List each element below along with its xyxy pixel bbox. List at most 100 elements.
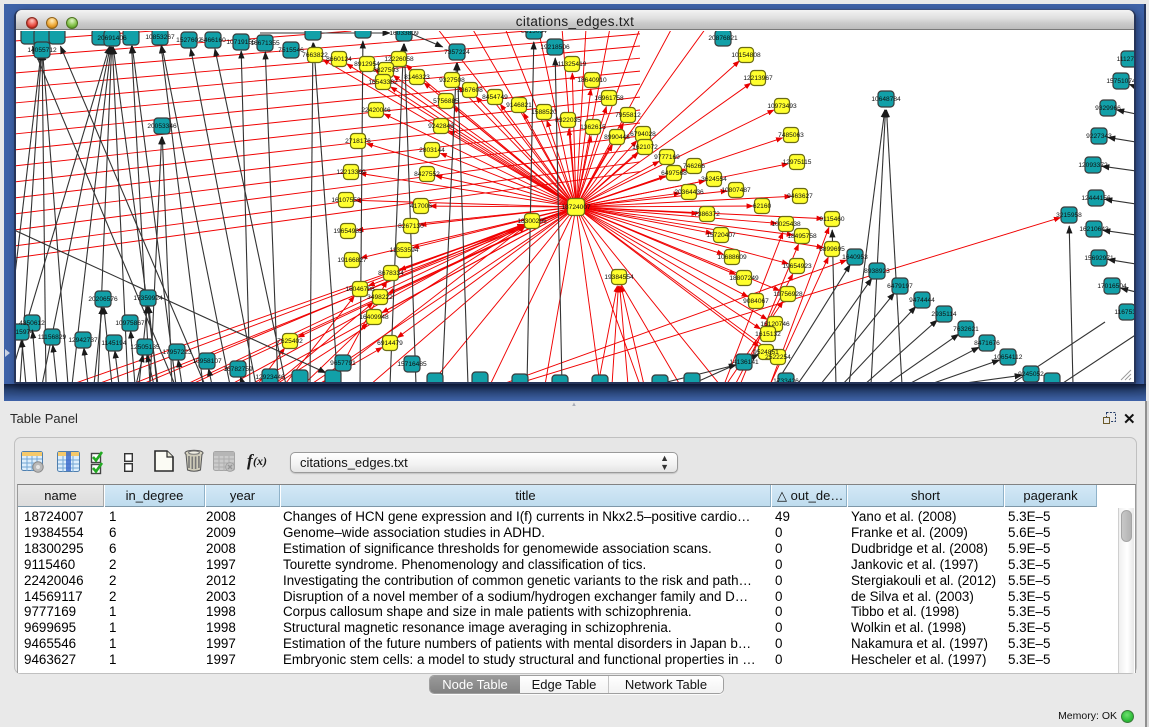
svg-text:15751074: 15751074: [1106, 78, 1134, 85]
svg-text:8454749: 8454749: [482, 94, 508, 101]
svg-text:6497568: 6497568: [661, 170, 687, 177]
svg-text:15720407: 15720407: [706, 232, 736, 239]
svg-text:7625402: 7625402: [277, 338, 303, 345]
svg-text:8938923: 8938923: [864, 268, 890, 275]
svg-text:8427552: 8427552: [414, 171, 440, 178]
svg-text:18640910: 18640910: [577, 77, 607, 84]
svg-text:16210643: 16210643: [1079, 226, 1109, 233]
svg-text:8471676: 8471676: [974, 340, 1000, 347]
svg-text:15716485: 15716485: [397, 361, 427, 368]
svg-text:1145194: 1145194: [101, 340, 127, 347]
svg-text:3215958: 3215958: [1056, 212, 1082, 219]
svg-text:6914479: 6914479: [377, 340, 403, 347]
svg-text:20876821: 20876821: [708, 35, 738, 42]
svg-text:10973493: 10973493: [767, 103, 797, 110]
svg-text:8678334: 8678334: [378, 270, 404, 277]
svg-text:7357224: 7357224: [444, 49, 470, 56]
svg-text:18807249: 18807249: [729, 275, 759, 282]
svg-text:1615132: 1615132: [755, 331, 781, 338]
svg-text:3915974: 3915974: [16, 329, 34, 336]
svg-text:15692971: 15692971: [1084, 255, 1114, 262]
svg-text:16782759: 16782759: [223, 366, 253, 373]
svg-text:8660124: 8660124: [326, 56, 352, 63]
svg-text:1640953: 1640953: [842, 254, 868, 261]
svg-text:20053346: 20053346: [147, 123, 177, 130]
svg-text:3624554: 3624554: [701, 176, 727, 183]
svg-text:2803144: 2803144: [419, 147, 445, 154]
svg-text:10648784: 10648784: [871, 96, 901, 103]
svg-text:16033809: 16033809: [389, 31, 419, 37]
svg-text:8322035: 8322035: [555, 117, 581, 124]
svg-text:14055712: 14055712: [27, 47, 57, 54]
svg-text:14136141: 14136141: [729, 359, 759, 366]
svg-text:1167533: 1167533: [1114, 309, 1134, 316]
svg-text:9242848: 9242848: [428, 123, 454, 130]
svg-text:2522254: 2522254: [765, 354, 791, 361]
svg-text:20364436: 20364436: [674, 189, 704, 196]
svg-text:10154808: 10154808: [731, 52, 761, 59]
svg-text:11325419: 11325419: [558, 61, 587, 68]
svg-text:6479197: 6479197: [887, 283, 913, 290]
svg-text:16107553: 16107553: [331, 197, 361, 204]
svg-text:12213369: 12213369: [336, 169, 366, 176]
svg-text:8146323: 8146323: [404, 74, 430, 81]
svg-text:12093372: 12093372: [1078, 162, 1108, 169]
svg-text:1362615: 1362615: [580, 124, 606, 131]
svg-text:9474444: 9474444: [909, 297, 935, 304]
svg-text:5756885: 5756885: [433, 98, 459, 105]
svg-text:10975867: 10975867: [115, 320, 145, 327]
svg-text:62160: 62160: [753, 203, 772, 210]
svg-text:11353594: 11353594: [390, 247, 419, 254]
svg-text:9146821: 9146821: [506, 102, 532, 109]
svg-text:20206576: 20206576: [88, 296, 118, 303]
svg-text:12226058: 12226058: [384, 56, 414, 63]
svg-text:12942737: 12942737: [68, 337, 98, 344]
svg-text:7485063: 7485063: [778, 132, 804, 139]
svg-text:8267130: 8267130: [398, 223, 424, 230]
svg-text:20691406: 20691406: [97, 35, 127, 42]
svg-text:1527602: 1527602: [176, 37, 202, 44]
svg-text:12505135: 12505135: [130, 344, 160, 351]
svg-text:9657791: 9657791: [330, 360, 356, 367]
svg-text:19654983: 19654983: [333, 228, 363, 235]
svg-text:9327508: 9327508: [439, 77, 465, 84]
svg-text:10958107: 10958107: [192, 358, 222, 365]
svg-text:6466160: 6466160: [200, 37, 226, 44]
svg-text:7515546: 7515546: [278, 47, 304, 54]
svg-text:16120746: 16120746: [760, 321, 790, 328]
svg-text:2935114: 2935114: [931, 311, 957, 318]
svg-text:7632621: 7632621: [953, 326, 979, 333]
svg-text:1588520: 1588520: [531, 109, 557, 116]
svg-text:9084067: 9084067: [743, 298, 769, 305]
svg-text:9227343: 9227343: [1086, 133, 1112, 140]
svg-text:7955812: 7955812: [615, 112, 641, 119]
svg-text:18300295: 18300295: [517, 218, 547, 225]
svg-text:417006: 417006: [410, 203, 432, 210]
svg-text:10853267: 10853267: [145, 34, 175, 41]
svg-text:9329966: 9329966: [1095, 105, 1121, 112]
svg-text:1621072: 1621072: [632, 144, 658, 151]
svg-text:16543382: 16543382: [368, 79, 398, 86]
svg-text:18495758: 18495758: [787, 233, 817, 240]
svg-text:16961758: 16961758: [594, 95, 624, 102]
svg-text:19654923: 19654923: [782, 263, 812, 270]
svg-text:11156829: 11156829: [38, 334, 67, 341]
svg-text:8813054: 8813054: [521, 31, 547, 35]
svg-text:17359924: 17359924: [133, 295, 163, 302]
svg-text:18724007: 18724007: [561, 204, 591, 211]
svg-text:19756928: 19756928: [773, 291, 803, 298]
svg-text:746266: 746266: [683, 163, 705, 170]
svg-text:10025438: 10025438: [771, 221, 801, 228]
svg-text:6794028: 6794028: [630, 131, 656, 138]
svg-text:6899695: 6899695: [819, 246, 845, 253]
svg-text:16046788: 16046788: [345, 286, 375, 293]
svg-text:2718176: 2718176: [345, 138, 371, 145]
svg-text:9777169: 9777169: [654, 154, 680, 161]
svg-text:7386372: 7386372: [694, 211, 720, 218]
svg-text:19384554: 19384554: [604, 274, 634, 281]
svg-text:2367608: 2367608: [457, 87, 483, 94]
svg-text:3827503: 3827503: [373, 67, 399, 74]
svg-text:22420046: 22420046: [361, 107, 391, 114]
svg-text:12213967: 12213967: [743, 75, 773, 82]
svg-text:19166827: 19166827: [337, 257, 367, 264]
